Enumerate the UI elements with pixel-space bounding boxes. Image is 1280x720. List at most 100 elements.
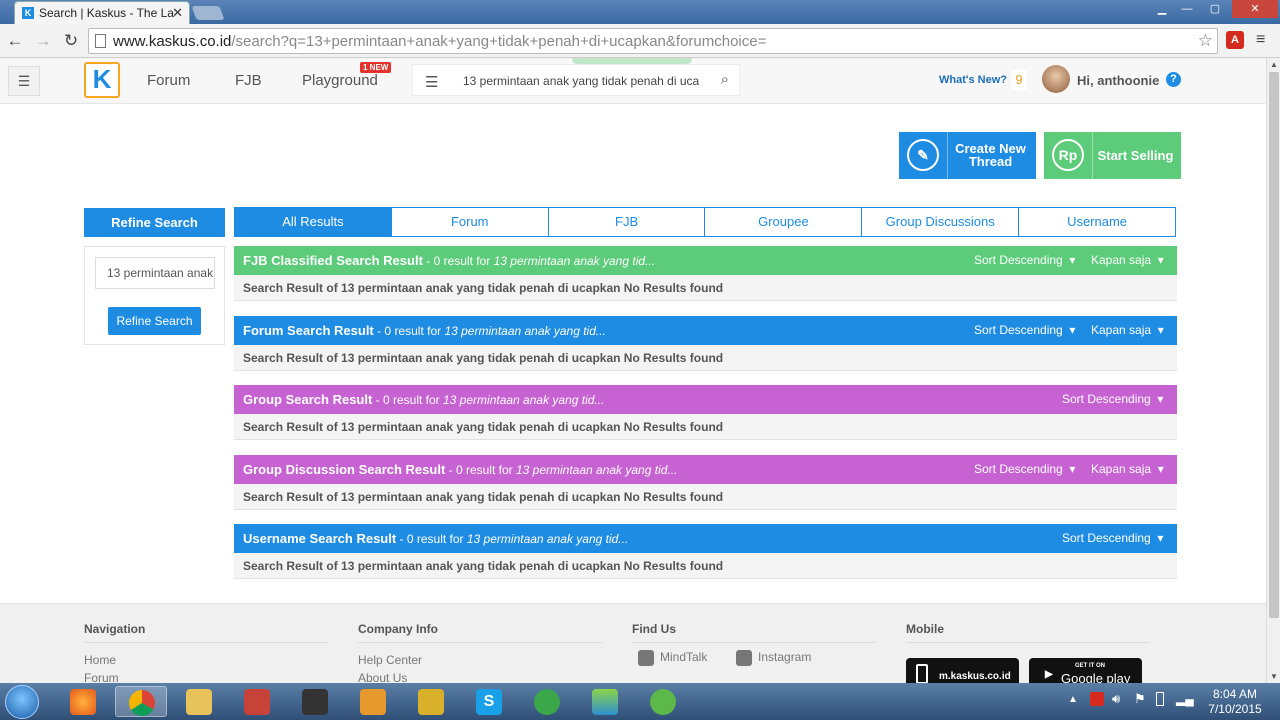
help-icon[interactable]: ?	[1166, 72, 1181, 87]
username-result-section: Username Search Result - 0 result for 13…	[234, 524, 1177, 579]
sort-dropdown[interactable]: Sort Descending ▾	[974, 462, 1075, 476]
fjb-result-section: FJB Classified Search Result - 0 result …	[234, 246, 1177, 301]
tab-forum[interactable]: Forum	[390, 208, 548, 236]
nav-fjb[interactable]: FJB	[235, 72, 262, 89]
footer-link-forum[interactable]: Forum	[84, 669, 328, 683]
taskbar-clock[interactable]: 8:04 AM 7/10/2015	[1200, 687, 1270, 717]
group-discussion-result-section: Group Discussion Search Result - 0 resul…	[234, 455, 1177, 510]
start-button[interactable]	[5, 685, 39, 719]
whats-new-link[interactable]: What's New?	[939, 74, 1007, 86]
restore-icon[interactable]: —	[1176, 0, 1198, 18]
skype-taskbar-button[interactable]: S	[463, 686, 515, 717]
sort-dropdown[interactable]: Sort Descending ▾	[1062, 531, 1163, 545]
battery-icon[interactable]	[1156, 692, 1164, 706]
minimize-icon[interactable]: ▁	[1150, 0, 1174, 18]
footer-link-home[interactable]: Home	[84, 651, 328, 669]
close-window-icon[interactable]: ✕	[1232, 0, 1278, 18]
tab-group-discussions[interactable]: Group Discussions	[861, 208, 1019, 236]
refine-search-button[interactable]: Refine Search	[108, 307, 201, 335]
search-category-icon[interactable]: ☰	[425, 73, 438, 91]
google-play-badge[interactable]: GET IT ON ▶ Google play	[1029, 658, 1142, 683]
maximize-icon[interactable]: ▢	[1200, 0, 1230, 18]
section-header: Forum Search Result - 0 result for 13 pe…	[234, 316, 1177, 345]
apple-taskbar-button[interactable]	[289, 686, 341, 717]
sort-dropdown[interactable]: Sort Descending ▾	[974, 253, 1075, 267]
header-search-input[interactable]: 13 permintaan anak yang tidak penah di u…	[463, 74, 699, 88]
footer-link-help-center[interactable]: Help Center	[358, 651, 602, 669]
address-bar[interactable]: www.kaskus.co.id/search?q=13+permintaan+…	[88, 28, 1218, 54]
create-thread-button[interactable]: ✎ Create New Thread	[899, 132, 1036, 179]
bluestacks-icon	[592, 689, 618, 715]
media-player-taskbar-button[interactable]	[347, 686, 399, 717]
extension-icon[interactable]: A	[1226, 31, 1244, 49]
footer-link-mindtalk[interactable]: MindTalk	[638, 650, 707, 666]
apple-icon	[302, 689, 328, 715]
footer-link-instagram[interactable]: Instagram	[736, 650, 811, 666]
green-app-icon	[534, 689, 560, 715]
bluestacks-taskbar-button[interactable]	[579, 686, 631, 717]
tab-close-icon[interactable]: ✕	[172, 5, 183, 21]
chrome-taskbar-button[interactable]	[115, 686, 167, 717]
section-query: 13 permintaan anak yang tid...	[466, 532, 629, 546]
tab-username[interactable]: Username	[1018, 208, 1175, 236]
start-selling-label: Start Selling	[1097, 148, 1174, 163]
search-icon[interactable]: ⌕	[721, 71, 729, 88]
scroll-up-icon[interactable]: ▲	[1270, 60, 1278, 69]
nav-playground[interactable]: Playground	[302, 72, 378, 89]
windows-taskbar: S ▲ 🔊︎ ⚑ ▂▄ 8:04 AM 7/10/2015	[0, 683, 1280, 720]
user-greeting[interactable]: Hi, anthoonie	[1077, 73, 1159, 88]
firefox-taskbar-button[interactable]	[57, 686, 109, 717]
forward-arrow-icon[interactable]: →	[32, 30, 54, 52]
app-taskbar-button[interactable]	[521, 686, 573, 717]
mobile-site-badge[interactable]: m.kaskus.co.id	[906, 658, 1019, 683]
bookmark-star-icon[interactable]: ☆	[1198, 31, 1213, 51]
time-dropdown[interactable]: Kapan saja ▾	[1091, 323, 1164, 337]
back-arrow-icon[interactable]: ←	[4, 30, 26, 52]
sort-dropdown[interactable]: Sort Descending ▾	[1062, 392, 1163, 406]
flag-icon[interactable]: ⚑	[1134, 691, 1146, 707]
signal-icon[interactable]: ▂▄	[1176, 692, 1194, 706]
chrome-menu-icon[interactable]: ≡	[1256, 31, 1265, 49]
skype-icon: S	[476, 689, 502, 715]
footer-heading: Company Info	[358, 622, 602, 643]
section-title: Group Discussion Search Result	[243, 462, 446, 477]
browser-tab[interactable]: K Search | Kaskus - The Larg ✕	[14, 1, 190, 24]
volume-icon[interactable]: 🔊︎	[1112, 691, 1120, 707]
tray-expand-icon[interactable]: ▲	[1068, 694, 1078, 705]
scroll-down-icon[interactable]: ▼	[1270, 672, 1278, 681]
avatar[interactable]	[1042, 65, 1070, 93]
books-taskbar-button[interactable]	[231, 686, 283, 717]
notification-count[interactable]: 9	[1011, 70, 1027, 90]
url-text[interactable]: www.kaskus.co.id/search?q=13+permintaan+…	[113, 33, 766, 50]
reload-icon[interactable]: ↻	[60, 30, 82, 52]
refine-search-heading: Refine Search	[84, 208, 225, 237]
nav-forum[interactable]: Forum	[147, 72, 190, 89]
time-dropdown[interactable]: Kapan saja ▾	[1091, 253, 1164, 267]
section-title: Group Search Result	[243, 392, 373, 407]
music-taskbar-button[interactable]	[405, 686, 457, 717]
section-title: FJB Classified Search Result	[243, 253, 423, 268]
tab-all-results[interactable]: All Results	[235, 208, 391, 236]
menu-hamburger-icon[interactable]: ☰	[8, 66, 40, 96]
footer-link-about-us[interactable]: About Us	[358, 669, 602, 683]
page-scrollbar[interactable]: ▲ ▼	[1266, 58, 1280, 683]
loading-indicator	[572, 58, 692, 64]
section-title: Username Search Result	[243, 531, 397, 546]
refine-search-input[interactable]: 13 permintaan anak yang tidak penah di u…	[95, 257, 215, 289]
kaskus-logo[interactable]: K	[84, 62, 120, 98]
antivirus-icon[interactable]	[1090, 692, 1104, 706]
explorer-taskbar-button[interactable]	[173, 686, 225, 717]
start-selling-button[interactable]: Rp Start Selling	[1044, 132, 1181, 179]
time-dropdown[interactable]: Kapan saja ▾	[1091, 462, 1164, 476]
scrollbar-thumb[interactable]	[1269, 72, 1279, 618]
result-tabs: All Results Forum FJB Groupee Group Disc…	[234, 207, 1176, 237]
section-body-text: Search Result of 13 permintaan anak yang…	[234, 275, 1177, 301]
new-tab-button[interactable]	[191, 6, 225, 20]
network-app-taskbar-button[interactable]	[637, 686, 689, 717]
globe-icon	[650, 689, 676, 715]
system-tray: ▲ 🔊︎ ⚑ ▂▄	[1066, 686, 1206, 716]
create-thread-label: Create New Thread	[955, 141, 1026, 169]
sort-dropdown[interactable]: Sort Descending ▾	[974, 323, 1075, 337]
tab-groupee[interactable]: Groupee	[704, 208, 862, 236]
tab-fjb[interactable]: FJB	[547, 208, 705, 236]
